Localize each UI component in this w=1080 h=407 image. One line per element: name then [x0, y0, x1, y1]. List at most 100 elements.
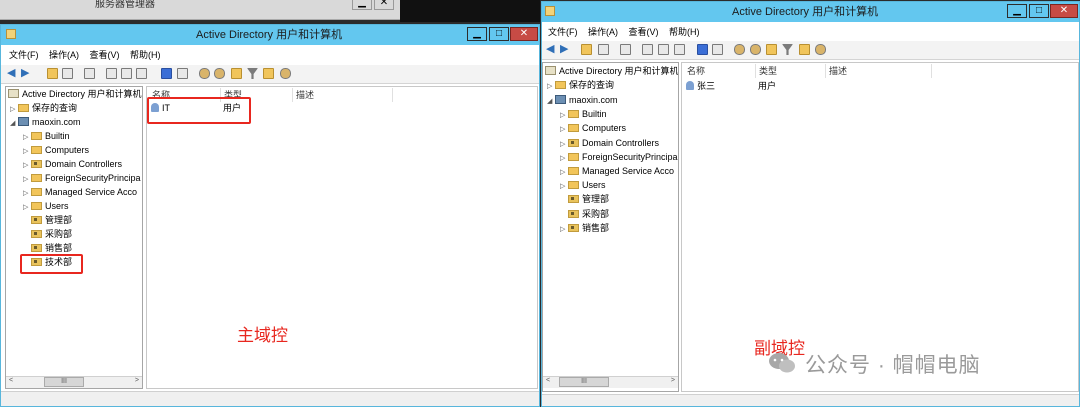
help-icon[interactable]: [697, 44, 708, 55]
tree-item[interactable]: ▷ Computers: [560, 122, 626, 135]
new-icon[interactable]: [136, 68, 147, 79]
add-to-group-icon[interactable]: [799, 44, 810, 55]
tree-item[interactable]: ▷ 销售部: [560, 222, 609, 235]
expand-icon[interactable]: ▷: [23, 131, 31, 144]
list-row[interactable]: 张三 用户: [686, 80, 796, 93]
delegate-icon[interactable]: [815, 44, 826, 55]
forward-arrow-icon[interactable]: ▶: [21, 68, 32, 79]
new-ou-icon[interactable]: [766, 44, 777, 55]
expand-icon[interactable]: ▷: [10, 103, 18, 116]
column-header-type[interactable]: 类型: [756, 64, 826, 78]
add-to-group-icon[interactable]: [263, 68, 274, 79]
collapse-icon[interactable]: ◢: [10, 117, 18, 130]
expand-icon[interactable]: ▷: [23, 201, 31, 214]
maximize-button[interactable]: □: [1029, 4, 1049, 18]
new-ou-icon[interactable]: [231, 68, 242, 79]
console-tree-icon[interactable]: [62, 68, 73, 79]
tree-item[interactable]: 管理部: [31, 214, 72, 227]
expand-icon[interactable]: ▷: [560, 152, 568, 165]
tree-item[interactable]: ▷ ForeignSecurityPrincipa: [560, 151, 678, 164]
column-header-description[interactable]: 描述: [293, 88, 393, 102]
column-header-description[interactable]: 描述: [826, 64, 932, 78]
tree-saved-queries[interactable]: ▷ 保存的查询: [10, 102, 77, 115]
tree-item[interactable]: ▷ Users: [560, 179, 606, 192]
tree-scrollbar[interactable]: < III >: [6, 376, 142, 388]
new-group-icon[interactable]: [214, 68, 225, 79]
close-button[interactable]: ✕: [510, 27, 538, 41]
column-header-name[interactable]: 名称: [684, 64, 756, 78]
expand-icon[interactable]: ▷: [547, 80, 555, 93]
tree-item[interactable]: ▷ Domain Controllers: [23, 158, 122, 171]
forward-arrow-icon[interactable]: ▶: [560, 44, 571, 55]
maximize-button[interactable]: □: [489, 27, 509, 41]
menu-help[interactable]: 帮助(H): [665, 25, 704, 40]
tree-item[interactable]: ▷ ForeignSecurityPrincipa: [23, 172, 141, 185]
expand-icon[interactable]: ▷: [560, 180, 568, 193]
tree-item[interactable]: 采购部: [568, 208, 609, 221]
filter-icon[interactable]: [782, 44, 793, 55]
minimize-button[interactable]: ▁: [1007, 4, 1027, 18]
menu-action[interactable]: 操作(A): [45, 48, 83, 63]
back-arrow-icon[interactable]: ◀: [7, 68, 18, 79]
help-icon[interactable]: [161, 68, 172, 79]
view-icon[interactable]: [712, 44, 723, 55]
expand-icon[interactable]: ▷: [560, 223, 568, 236]
tree-scrollbar[interactable]: < III >: [543, 376, 678, 388]
expand-icon[interactable]: ▷: [560, 123, 568, 136]
tree-domain[interactable]: ◢ maoxin.com: [547, 94, 618, 107]
expand-icon[interactable]: ▷: [560, 166, 568, 179]
expand-icon[interactable]: ▷: [23, 145, 31, 158]
main-titlebar[interactable]: Active Directory 用户和计算机 ▁ □ ✕: [1, 25, 539, 45]
new-user-icon[interactable]: [734, 44, 745, 55]
tree-item[interactable]: ▷ Domain Controllers: [560, 137, 659, 150]
tree-item[interactable]: ▷ Users: [23, 200, 69, 213]
export-list-icon[interactable]: [658, 44, 669, 55]
export-list-icon[interactable]: [121, 68, 132, 79]
scroll-left-icon[interactable]: <: [9, 377, 13, 384]
menu-file[interactable]: 文件(F): [5, 48, 43, 63]
console-tree-icon[interactable]: [598, 44, 609, 55]
tree-saved-queries[interactable]: ▷ 保存的查询: [547, 79, 614, 92]
tree-item[interactable]: 管理部: [568, 193, 609, 206]
back-arrow-icon[interactable]: ◀: [546, 44, 557, 55]
up-folder-icon[interactable]: [47, 68, 58, 79]
tree-root[interactable]: Active Directory 用户和计算机: [8, 88, 142, 101]
background-close-button[interactable]: ✕: [374, 0, 394, 10]
close-button[interactable]: ✕: [1050, 4, 1078, 18]
scroll-thumb[interactable]: III: [44, 377, 84, 387]
tree-item[interactable]: ▷ Builtin: [23, 130, 70, 143]
scroll-right-icon[interactable]: >: [671, 377, 675, 384]
scroll-left-icon[interactable]: <: [546, 377, 550, 384]
scroll-thumb[interactable]: III: [559, 377, 609, 387]
refresh-icon[interactable]: [106, 68, 117, 79]
tree-item[interactable]: ▷ Computers: [23, 144, 89, 157]
view-icon[interactable]: [177, 68, 188, 79]
expand-icon[interactable]: ▷: [560, 138, 568, 151]
tree-item[interactable]: ▷ Builtin: [560, 108, 607, 121]
menu-view[interactable]: 查看(V): [625, 25, 663, 40]
tree-item[interactable]: ▷ Managed Service Acco: [560, 165, 674, 178]
expand-icon[interactable]: ▷: [23, 173, 31, 186]
properties-icon[interactable]: [84, 68, 95, 79]
expand-icon[interactable]: ▷: [23, 159, 31, 172]
properties-icon[interactable]: [620, 44, 631, 55]
delegate-icon[interactable]: [280, 68, 291, 79]
menu-file[interactable]: 文件(F): [544, 25, 582, 40]
menu-view[interactable]: 查看(V): [86, 48, 124, 63]
collapse-icon[interactable]: ◢: [547, 95, 555, 108]
up-folder-icon[interactable]: [581, 44, 592, 55]
new-group-icon[interactable]: [750, 44, 761, 55]
refresh-icon[interactable]: [642, 44, 653, 55]
tree-item[interactable]: ▷ Managed Service Acco: [23, 186, 137, 199]
menu-action[interactable]: 操作(A): [584, 25, 622, 40]
filter-icon[interactable]: [247, 68, 258, 79]
scroll-right-icon[interactable]: >: [135, 377, 139, 384]
tree-root[interactable]: Active Directory 用户和计算机: [545, 65, 678, 78]
menu-help[interactable]: 帮助(H): [126, 48, 165, 63]
tree-domain[interactable]: ◢ maoxin.com: [10, 116, 81, 129]
background-minimize-button[interactable]: ▁: [352, 0, 372, 10]
expand-icon[interactable]: ▷: [560, 109, 568, 122]
tree-item[interactable]: 采购部: [31, 228, 72, 241]
new-user-icon[interactable]: [199, 68, 210, 79]
expand-icon[interactable]: ▷: [23, 187, 31, 200]
